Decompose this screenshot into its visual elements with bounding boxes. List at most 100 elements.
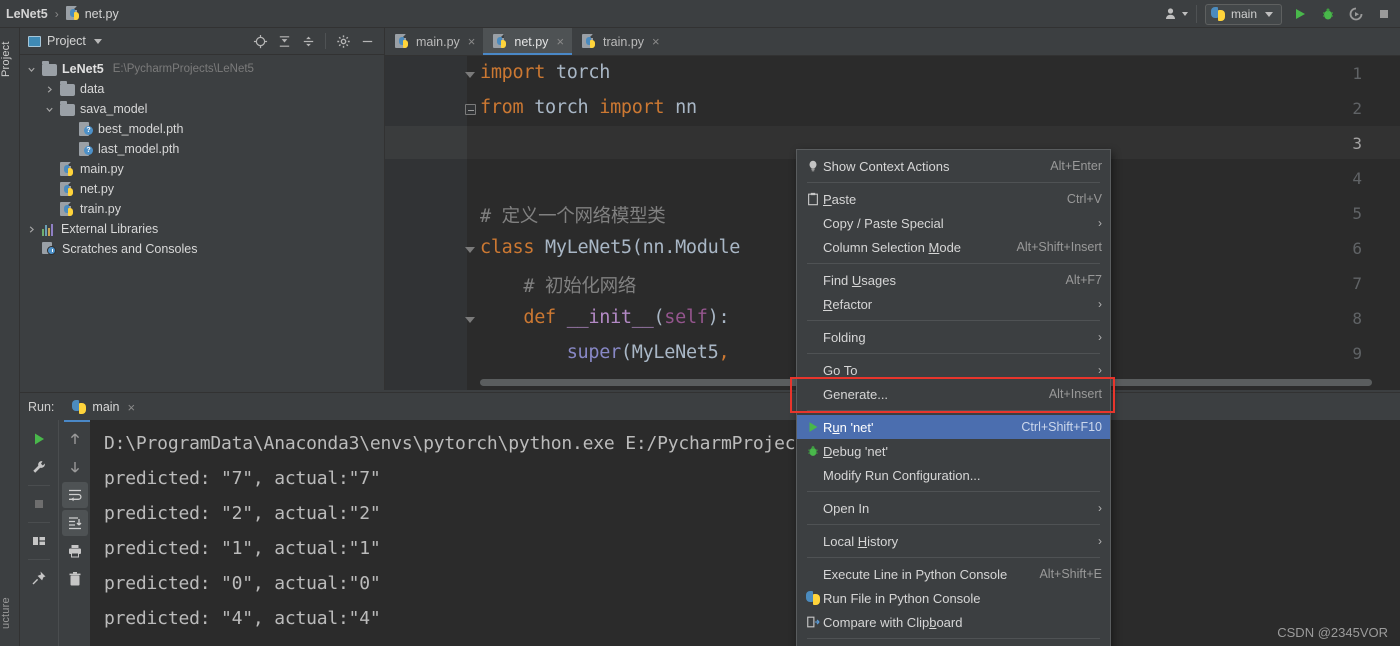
menu-item-generate[interactable]: Generate... Alt+Insert [797, 382, 1110, 406]
tree-node-external-libraries[interactable]: External Libraries [20, 219, 384, 239]
pin-icon[interactable] [26, 565, 52, 591]
run-configuration-selector[interactable]: main [1204, 3, 1282, 25]
project-icon [28, 35, 41, 47]
debug-icon[interactable] [1318, 4, 1338, 24]
menu-item-go-to[interactable]: Go To › [797, 358, 1110, 382]
trash-icon[interactable] [62, 566, 88, 592]
chevron-right-icon[interactable] [26, 225, 37, 234]
toolbar-divider [1195, 5, 1197, 23]
expand-icon[interactable] [297, 30, 319, 52]
menu-item-compare-with-clipboard[interactable]: Compare with Clipboard [797, 610, 1110, 634]
print-icon[interactable] [62, 538, 88, 564]
menu-separator [807, 410, 1100, 411]
code-fold-expand-icon[interactable] [465, 314, 478, 327]
user-icon[interactable] [1164, 6, 1188, 22]
console-output[interactable]: D:\ProgramData\Anaconda3\envs\pytorch\py… [90, 420, 1400, 646]
tree-node-lenet5[interactable]: LeNet5 E:\PycharmProjects\LeNet5 [20, 59, 384, 79]
code-fold-expand-icon[interactable] [465, 69, 478, 82]
rerun-icon[interactable] [26, 426, 52, 452]
tree-node-data[interactable]: data [20, 79, 384, 99]
console-line: predicted: "2", actual:"2" [104, 503, 381, 524]
hide-panel-icon[interactable] [356, 30, 378, 52]
submenu-chevron-right-icon: › [1098, 297, 1102, 311]
chevron-down-icon[interactable] [26, 65, 37, 74]
menu-item-shortcut: Alt+Shift+Insert [1016, 240, 1102, 254]
tree-node-sava-model[interactable]: sava_model [20, 99, 384, 119]
close-icon[interactable]: × [556, 34, 564, 49]
editor-tab-net-py[interactable]: net.py × [483, 28, 573, 55]
menu-item-paste[interactable]: Paste Ctrl+V [797, 187, 1110, 211]
toolbar-divider [28, 559, 50, 560]
menu-item-label: Execute Line in Python Console [823, 566, 1008, 582]
project-panel-header: Project [20, 28, 384, 55]
sidebar-tab-project[interactable]: Project [0, 30, 20, 88]
menu-item-debug-net[interactable]: Debug 'net' [797, 439, 1110, 463]
code-line: from torch import nn [480, 97, 697, 118]
menu-item-local-history[interactable]: Local History › [797, 529, 1110, 553]
close-icon[interactable]: × [128, 400, 136, 415]
tree-node-best-model-pth[interactable]: ? best_model.pth [20, 119, 384, 139]
coverage-icon[interactable] [1346, 4, 1366, 24]
run-tab-main[interactable]: main × [64, 396, 143, 422]
menu-item-open-in[interactable]: Open In › [797, 496, 1110, 520]
stop-icon[interactable] [1374, 4, 1394, 24]
menu-item-execute-line-in-python-console[interactable]: Execute Line in Python Console Alt+Shift+… [797, 562, 1110, 586]
layout-icon[interactable] [26, 528, 52, 554]
scroll-to-end-icon[interactable] [61, 510, 88, 536]
run-tab-label: main [92, 400, 120, 414]
soft-wrap-icon[interactable] [61, 482, 88, 508]
editor-tab-train-py[interactable]: train.py × [572, 28, 668, 55]
menu-item-run-net[interactable]: Run 'net' Ctrl+Shift+F10 [797, 415, 1110, 439]
menu-item-column-selection-mode[interactable]: Column Selection Mode Alt+Shift+Insert [797, 235, 1110, 259]
close-icon[interactable]: × [468, 34, 476, 49]
editor-tab-main-py[interactable]: main.py × [385, 28, 483, 55]
code-fold-expand-icon[interactable] [465, 244, 478, 257]
menu-item-show-context-actions[interactable]: Show Context Actions Alt+Enter [797, 154, 1110, 178]
code-token: torch [523, 97, 600, 118]
menu-item-label: Column Selection Mode [823, 239, 962, 255]
up-arrow-icon[interactable] [62, 426, 88, 452]
run-icon[interactable] [1290, 4, 1310, 24]
settings-wrench-icon[interactable] [26, 454, 52, 480]
menu-item-copy-paste-special[interactable]: Copy / Paste Special › [797, 211, 1110, 235]
close-icon[interactable]: × [652, 34, 660, 49]
python-file-icon [395, 34, 410, 49]
locate-icon[interactable] [249, 30, 271, 52]
tree-node-path: E:\PycharmProjects\LeNet5 [112, 63, 254, 75]
tree-node-main-py[interactable]: main.py [20, 159, 384, 179]
breadcrumb: LeNet5 › net.py [0, 6, 119, 21]
breadcrumb-separator: › [54, 6, 59, 21]
collapse-all-icon[interactable] [273, 30, 295, 52]
python-file-icon [60, 181, 75, 197]
menu-item-modify-run-configuration[interactable]: Modify Run Configuration... [797, 463, 1110, 487]
tree-node-train-py[interactable]: train.py [20, 199, 384, 219]
menu-separator [807, 353, 1100, 354]
console-line: predicted: "0", actual:"0" [104, 573, 381, 594]
chevron-down-icon[interactable] [93, 38, 102, 44]
tree-node-last-model-pth[interactable]: ? last_model.pth [20, 139, 384, 159]
menu-item-run-file-in-python-console[interactable]: Run File in Python Console [797, 586, 1110, 610]
menu-item-folding[interactable]: Folding › [797, 325, 1110, 349]
tree-node-label: sava_model [80, 102, 148, 116]
code-token: # 定义一个网络模型类 [480, 206, 666, 227]
breadcrumb-project[interactable]: LeNet5 [6, 7, 48, 21]
menu-item-label: Folding [823, 329, 866, 345]
menu-item-refactor[interactable]: Refactor › [797, 292, 1110, 316]
gear-icon[interactable] [332, 30, 354, 52]
breadcrumb-file[interactable]: net.py [85, 7, 119, 21]
debug-icon [803, 444, 823, 458]
tree-node-scratches-and-consoles[interactable]: Scratches and Consoles [20, 239, 384, 259]
down-arrow-icon[interactable] [62, 454, 88, 480]
project-panel-title: Project [47, 34, 86, 48]
menu-item-find-usages[interactable]: Find Usages Alt+F7 [797, 268, 1110, 292]
code-fold-collapse-icon[interactable] [465, 104, 478, 117]
code-token: ( [653, 307, 665, 328]
top-breadcrumb-bar: LeNet5 › net.py main [0, 0, 1400, 28]
chevron-down-icon[interactable] [44, 105, 55, 114]
sidebar-tab-structure[interactable]: ucture [0, 580, 20, 646]
chevron-right-icon[interactable] [44, 85, 55, 94]
tree-node-net-py[interactable]: net.py [20, 179, 384, 199]
line-number: 1 [1352, 64, 1362, 83]
stop-icon[interactable] [26, 491, 52, 517]
